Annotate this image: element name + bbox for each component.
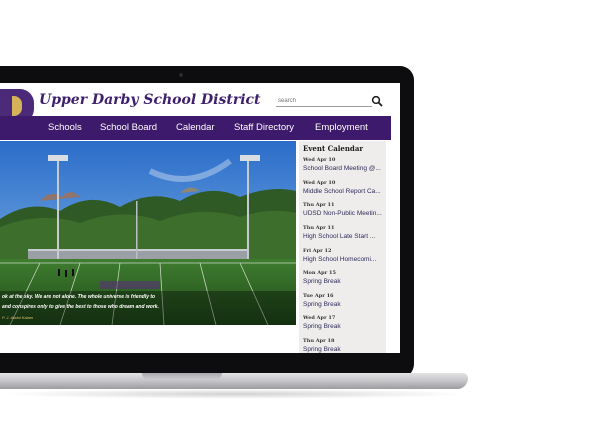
hero-slideshow[interactable]: ok at the sky. We are not alone. The who…: [0, 141, 296, 325]
hero-quote-line: ok at the sky. We are not alone. The who…: [2, 294, 156, 300]
laptop-screen: Upper Darby School District Schools Scho…: [0, 83, 400, 353]
event-calendar: Event Calendar Wed Apr 10 School Board M…: [299, 141, 386, 353]
event-date: Fri Apr 12: [303, 248, 332, 254]
nav-item-school-board[interactable]: School Board: [100, 122, 157, 133]
search-input[interactable]: [276, 95, 372, 107]
event-date: Thu Apr 11: [303, 225, 335, 231]
event-title[interactable]: Spring Break: [303, 345, 385, 353]
event-title[interactable]: Middle School Report Ca...: [303, 187, 385, 196]
webcam: [179, 73, 183, 77]
main-nav: Schools School Board Calendar Staff Dire…: [0, 116, 391, 140]
nav-item-schools[interactable]: Schools: [48, 122, 82, 133]
calendar-event[interactable]: Wed Apr 17 Spring Break: [303, 315, 385, 331]
event-title[interactable]: School Board Meeting @...: [303, 164, 385, 173]
calendar-event[interactable]: Thu Apr 11 UDSD Non-Public Meetin...: [303, 202, 385, 218]
event-title[interactable]: High School Late Start ...: [303, 232, 385, 241]
laptop-shadow: [0, 389, 470, 399]
event-date: Wed Apr 10: [303, 180, 336, 186]
search-icon[interactable]: [371, 95, 383, 107]
calendar-event[interactable]: Wed Apr 10 School Board Meeting @...: [303, 157, 385, 173]
event-date: Tue Apr 16: [303, 293, 334, 299]
nav-item-employment[interactable]: Employment: [315, 122, 368, 133]
calendar-event[interactable]: Mon Apr 15 Spring Break: [303, 270, 385, 286]
event-date: Thu Apr 18: [303, 338, 335, 344]
calendar-event[interactable]: Tue Apr 16 Spring Break: [303, 293, 385, 309]
calendar-event[interactable]: Fri Apr 12 High School Homecomi...: [303, 248, 385, 264]
laptop-base: [0, 373, 468, 389]
nav-item-staff-directory[interactable]: Staff Directory: [234, 122, 294, 133]
laptop-base-notch: [142, 373, 222, 380]
nav-item-calendar[interactable]: Calendar: [176, 122, 215, 133]
event-calendar-title: Event Calendar: [303, 144, 364, 153]
calendar-event[interactable]: Thu Apr 18 Spring Break: [303, 338, 385, 353]
event-date: Thu Apr 11: [303, 202, 335, 208]
event-title[interactable]: Spring Break: [303, 300, 385, 309]
event-date: Wed Apr 10: [303, 157, 336, 163]
event-title[interactable]: High School Homecomi...: [303, 255, 385, 264]
event-date: Mon Apr 15: [303, 270, 336, 276]
event-date: Wed Apr 17: [303, 315, 336, 321]
calendar-event[interactable]: Wed Apr 10 Middle School Report Ca...: [303, 180, 385, 196]
event-title[interactable]: Spring Break: [303, 322, 385, 331]
hero-quote-author: P. J. Abdul Kalam: [2, 315, 34, 320]
calendar-event[interactable]: Thu Apr 11 High School Late Start ...: [303, 225, 385, 241]
hero-quote-line: and conspires only to give the best to t…: [2, 304, 159, 310]
event-title[interactable]: UDSD Non-Public Meetin...: [303, 209, 385, 218]
event-title[interactable]: Spring Break: [303, 277, 385, 286]
site-title[interactable]: Upper Darby School District: [39, 92, 261, 108]
